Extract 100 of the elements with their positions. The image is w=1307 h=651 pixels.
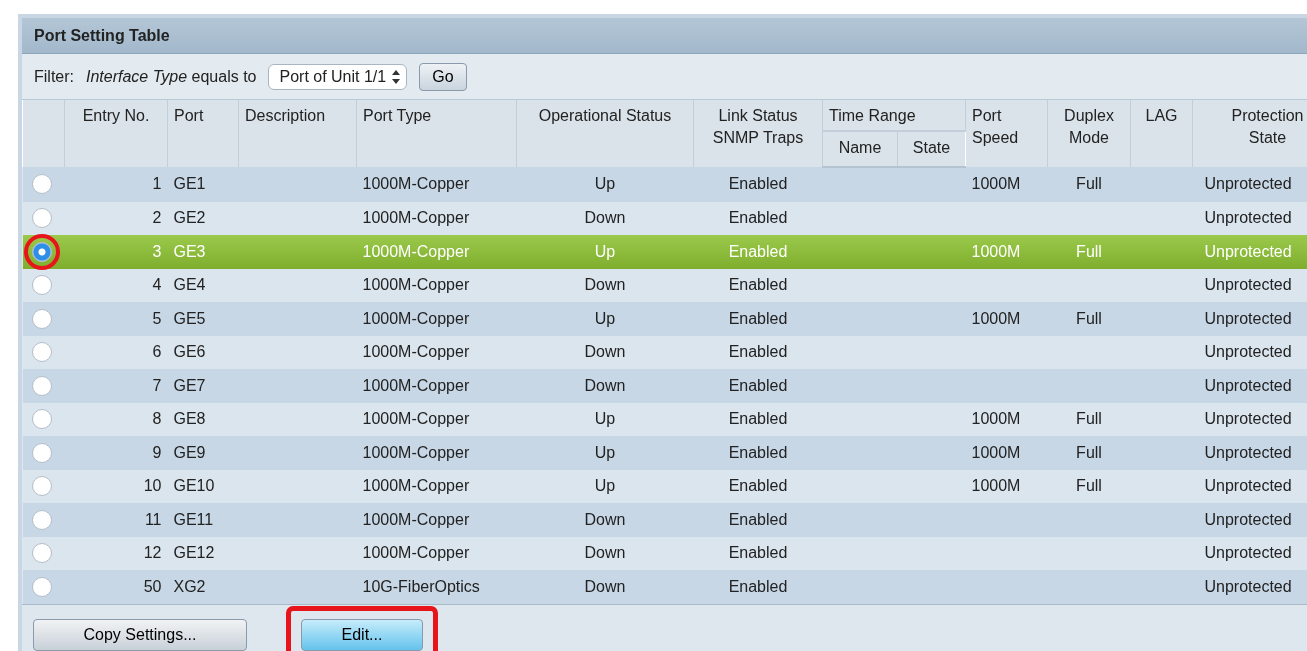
column-header: Mode — [1069, 129, 1109, 146]
row-radio[interactable] — [31, 442, 52, 463]
table-cell: Full — [1076, 242, 1102, 260]
table-cell: GE8 — [173, 410, 206, 428]
table-cell: Down — [584, 343, 626, 361]
table-cell: 1000M-Copper — [362, 175, 470, 193]
panel-title-bar: Port Setting Table — [22, 18, 1307, 54]
table-cell: GE5 — [173, 309, 206, 327]
table-cell: Enabled — [728, 443, 788, 461]
column-header: State — [912, 139, 951, 156]
table-cell: Unprotected — [1204, 477, 1292, 495]
row-radio[interactable] — [31, 308, 52, 329]
row-radio[interactable] — [31, 174, 52, 195]
row-radio[interactable] — [31, 375, 52, 396]
row-radio[interactable] — [31, 576, 52, 597]
row-radio[interactable] — [31, 241, 52, 262]
table-cell: Down — [584, 376, 626, 394]
table-cell: Full — [1076, 309, 1102, 327]
column-header: Link Status — [718, 107, 798, 124]
table-cell: Down — [584, 510, 626, 528]
table-cell: 2 — [152, 209, 162, 227]
table-cell: Down — [584, 209, 626, 227]
table-cell: 1000M-Copper — [362, 309, 470, 327]
table-cell: 6 — [152, 343, 162, 361]
column-header: Port — [972, 107, 1002, 124]
table-cell: Enabled — [728, 175, 788, 193]
column-header: Name — [838, 139, 882, 156]
table-cell: Down — [584, 577, 626, 595]
edit-button[interactable]: Edit... — [301, 618, 423, 651]
copy-settings-button[interactable]: Copy Settings... — [33, 618, 247, 651]
table-cell: Enabled — [728, 242, 788, 260]
column-header: Duplex — [1064, 107, 1114, 124]
table-cell: 8 — [152, 410, 162, 428]
table-cell: 1000M-Copper — [362, 477, 470, 495]
column-header: Entry No. — [82, 107, 150, 124]
table-cell: Unprotected — [1204, 175, 1292, 193]
table-cell: Up — [594, 175, 616, 193]
column-header: Port Type — [363, 107, 432, 124]
table-cell: Unprotected — [1204, 309, 1292, 327]
row-radio[interactable] — [31, 543, 52, 564]
table-cell: Up — [594, 242, 616, 260]
row-radio[interactable] — [31, 509, 52, 530]
table-cell: GE10 — [173, 477, 215, 495]
table-cell: 1000M-Copper — [362, 242, 470, 260]
table-cell: Down — [584, 544, 626, 562]
column-header: State — [1248, 129, 1287, 146]
table-cell: 1000M — [971, 410, 1021, 428]
table-cell: Unprotected — [1204, 410, 1292, 428]
table-cell: Enabled — [728, 376, 788, 394]
go-button[interactable]: Go — [419, 62, 467, 91]
table-cell: 1000M — [971, 175, 1021, 193]
table-cell: Enabled — [728, 544, 788, 562]
up-down-arrows-icon — [392, 69, 401, 84]
table-cell: 3 — [152, 242, 162, 260]
table-cell: Up — [594, 309, 616, 327]
table-cell: GE11 — [173, 510, 214, 528]
column-header: LAG — [1145, 107, 1178, 124]
table-cell: Unprotected — [1204, 209, 1292, 227]
row-radio[interactable] — [31, 342, 52, 363]
table-cell: 1000M — [971, 443, 1021, 461]
table-cell: 1000M-Copper — [362, 209, 470, 227]
table-cell: Unprotected — [1204, 242, 1292, 260]
column-header: Operational Status — [538, 107, 672, 124]
table-cell: GE12 — [173, 544, 215, 562]
column-header: Speed — [972, 129, 1019, 146]
table-cell: GE4 — [173, 276, 206, 294]
table-cell: Enabled — [728, 477, 788, 495]
column-header: Description — [245, 107, 326, 124]
table-cell: Up — [594, 477, 616, 495]
table-cell: Unprotected — [1204, 510, 1292, 528]
filter-condition: Interface Type equals to — [86, 67, 257, 86]
table-cell: Enabled — [728, 343, 788, 361]
row-radio[interactable] — [31, 208, 52, 229]
table-cell: Full — [1076, 477, 1102, 495]
table-cell: 1000M-Copper — [362, 276, 470, 294]
table-cell: 1000M — [971, 242, 1021, 260]
table-cell: 1 — [152, 175, 162, 193]
table-cell: Full — [1076, 175, 1102, 193]
table-cell: 10 — [143, 477, 162, 495]
row-radio[interactable] — [31, 409, 52, 430]
table-cell: 7 — [152, 376, 162, 394]
table-cell: Up — [594, 410, 616, 428]
table-cell: Enabled — [728, 209, 788, 227]
table-cell: 50 — [143, 577, 162, 595]
interface-select[interactable]: Port of Unit 1/1 — [268, 63, 408, 90]
column-header: Time Range — [829, 107, 916, 124]
table-cell: 10G-FiberOptics — [362, 577, 480, 595]
table-cell: Enabled — [728, 276, 788, 294]
table-cell: Full — [1076, 410, 1102, 428]
filter-label: Filter: — [34, 67, 74, 86]
table-cell: GE7 — [173, 376, 206, 394]
table-cell: GE3 — [173, 242, 206, 260]
row-radio[interactable] — [31, 275, 52, 296]
table-cell: Unprotected — [1204, 376, 1292, 394]
table-cell: Full — [1076, 443, 1102, 461]
table-cell: Unprotected — [1204, 443, 1292, 461]
row-radio[interactable] — [31, 476, 52, 497]
table-cell: 1000M-Copper — [362, 544, 470, 562]
table-cell: GE9 — [173, 443, 206, 461]
table-cell: 1000M-Copper — [362, 343, 470, 361]
